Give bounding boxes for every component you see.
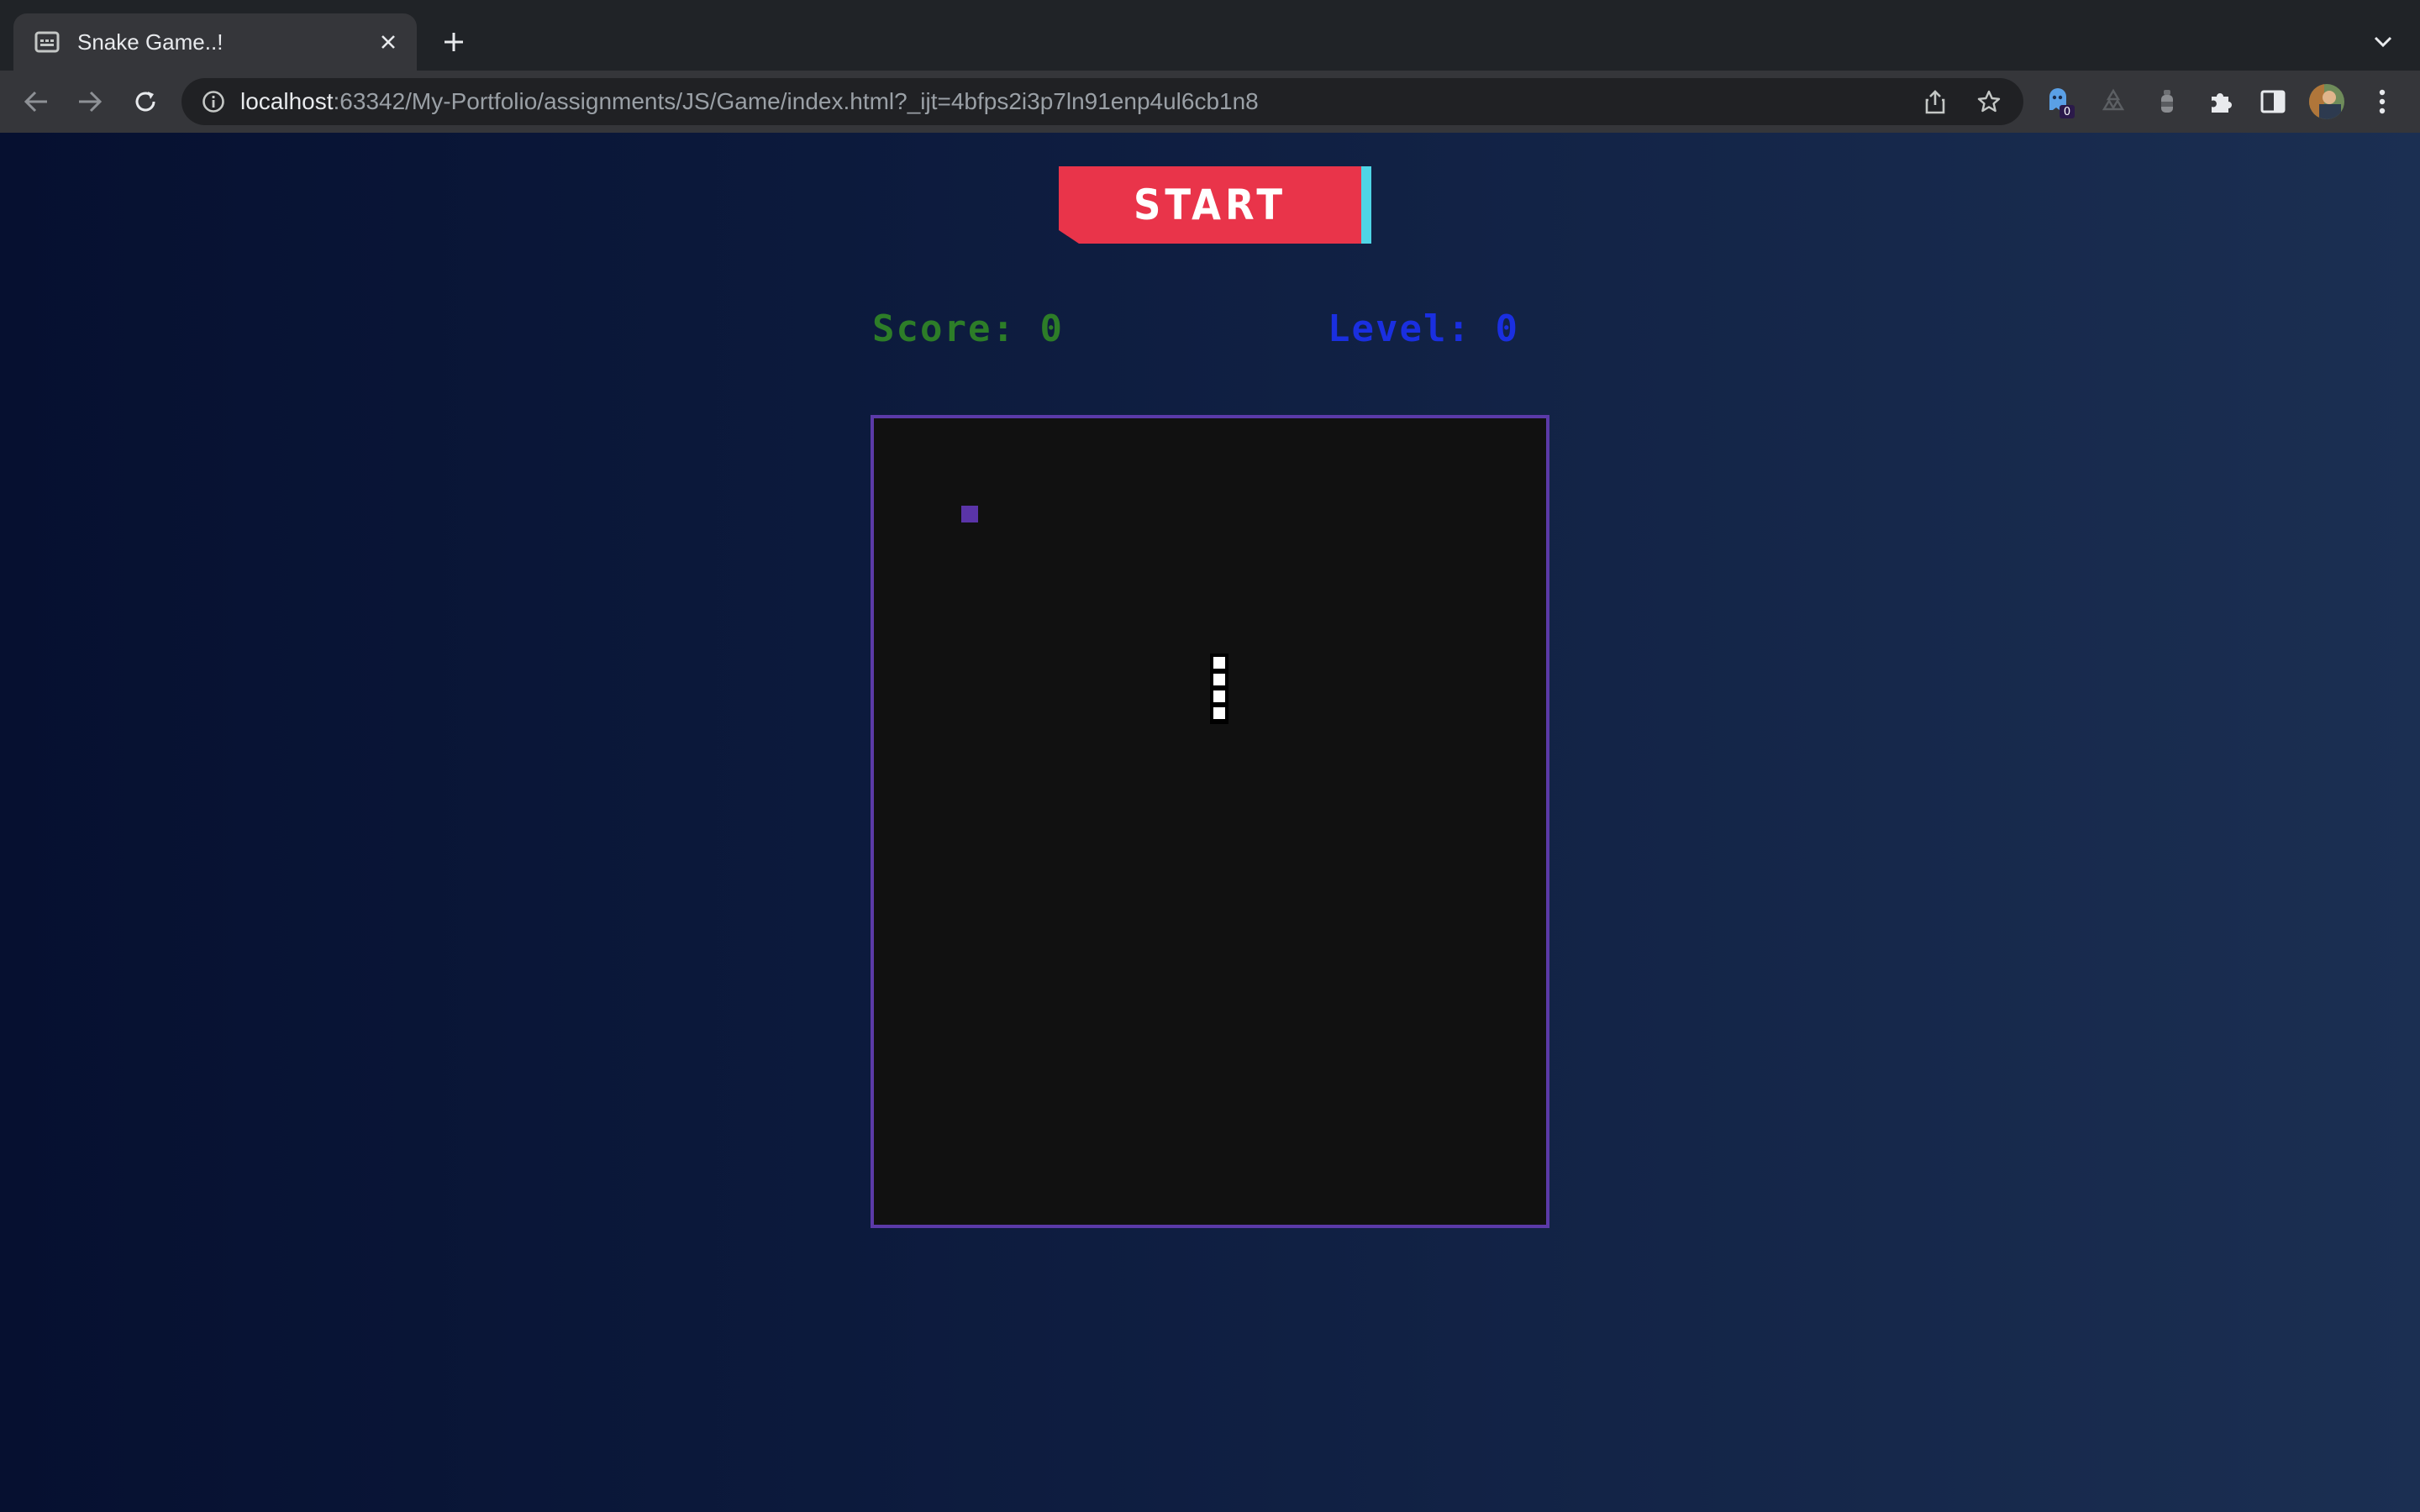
url-text[interactable]: localhost:63342/My-Portfolio/assignments… (240, 88, 1916, 115)
snake-segment (1213, 657, 1225, 669)
url-path: :63342/My-Portfolio/assignments/JS/Game/… (333, 88, 1259, 114)
sidepanel-icon[interactable] (2254, 82, 2292, 121)
food-pellet (961, 506, 978, 522)
puzzle-icon[interactable] (2202, 82, 2240, 121)
start-button-accent (1361, 166, 1371, 244)
snake-segment (1213, 707, 1225, 719)
start-button[interactable]: START (1059, 166, 1371, 244)
more-vert-icon[interactable] (2363, 82, 2402, 121)
game-board[interactable] (871, 415, 1549, 1228)
snake (1210, 654, 1228, 724)
browser-tab[interactable]: Snake Game..! (13, 13, 417, 71)
star-icon[interactable] (1970, 82, 2008, 121)
snake-segment (1213, 690, 1225, 702)
score-label: Score: (872, 307, 1016, 350)
window-icon (34, 29, 60, 55)
close-icon[interactable] (370, 24, 407, 60)
plus-icon[interactable] (434, 22, 474, 62)
reload-icon[interactable] (126, 82, 165, 121)
game-page: START Score: 0 Level: 0 (0, 133, 2420, 1512)
start-button-label[interactable]: START (1059, 166, 1361, 244)
extension-badge: 0 (2064, 106, 2070, 118)
level-value: 0 (1495, 307, 1519, 350)
browser-tab-strip: Snake Game..! (0, 0, 2420, 71)
url-host: localhost (240, 88, 334, 114)
score-value: 0 (1039, 307, 1064, 350)
level-display: Level: 0 (1328, 307, 1519, 350)
recycle-extension-icon[interactable] (2094, 82, 2133, 121)
bottle-extension-icon[interactable] (2148, 82, 2186, 121)
tab-title: Snake Game..! (77, 29, 224, 55)
level-label: Level: (1328, 307, 1471, 350)
score-display: Score: 0 (872, 307, 1064, 350)
profile-avatar[interactable] (2307, 82, 2346, 121)
info-icon[interactable] (200, 88, 227, 115)
browser-toolbar: localhost:63342/My-Portfolio/assignments… (0, 71, 2420, 134)
share-icon[interactable] (1916, 82, 1954, 121)
chevron-down-icon[interactable] (2363, 22, 2403, 62)
forward-arrow-icon[interactable] (71, 82, 109, 121)
address-bar[interactable]: localhost:63342/My-Portfolio/assignments… (182, 78, 2023, 125)
ghost-extension-icon[interactable]: 0 (2040, 82, 2079, 121)
back-arrow-icon[interactable] (17, 82, 55, 121)
snake-segment (1213, 674, 1225, 685)
